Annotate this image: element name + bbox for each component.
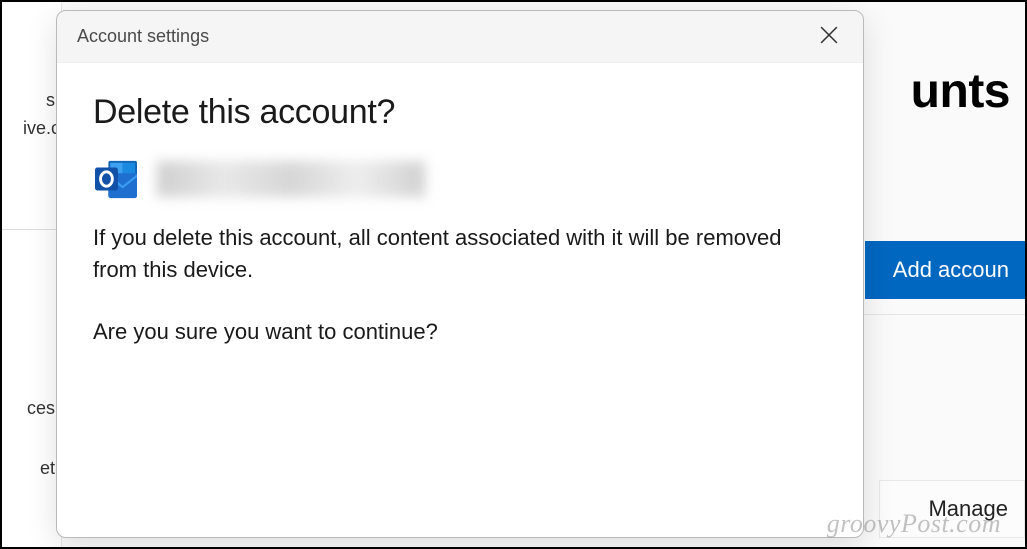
dialog-heading: Delete this account? [93, 93, 827, 132]
sidebar-text-fragment: et [40, 450, 55, 487]
divider [2, 229, 62, 230]
dialog-confirm-text: Are you sure you want to continue? [93, 316, 783, 348]
dialog-title: Account settings [77, 26, 811, 47]
dialog-warning-text: If you delete this account, all content … [93, 222, 783, 286]
manage-button[interactable]: Manage [879, 480, 1025, 538]
outlook-icon [93, 158, 139, 200]
close-button[interactable] [811, 19, 847, 55]
divider [855, 314, 1025, 315]
dialog-body: Delete this account? If you delete this … [57, 63, 863, 378]
close-icon [820, 26, 838, 47]
page-title-fragment: unts [911, 64, 1010, 119]
add-account-button[interactable]: Add accoun [865, 241, 1025, 299]
sidebar-text-fragment: ces [27, 390, 55, 427]
account-row [93, 158, 827, 200]
sidebar-fragment: s ive.c ces et [2, 2, 62, 547]
dialog-titlebar: Account settings [57, 11, 863, 63]
account-email-redacted [157, 161, 425, 197]
account-settings-dialog: Account settings Delete this account? [56, 10, 864, 538]
sidebar-text-fragment: ive.c [23, 110, 60, 147]
